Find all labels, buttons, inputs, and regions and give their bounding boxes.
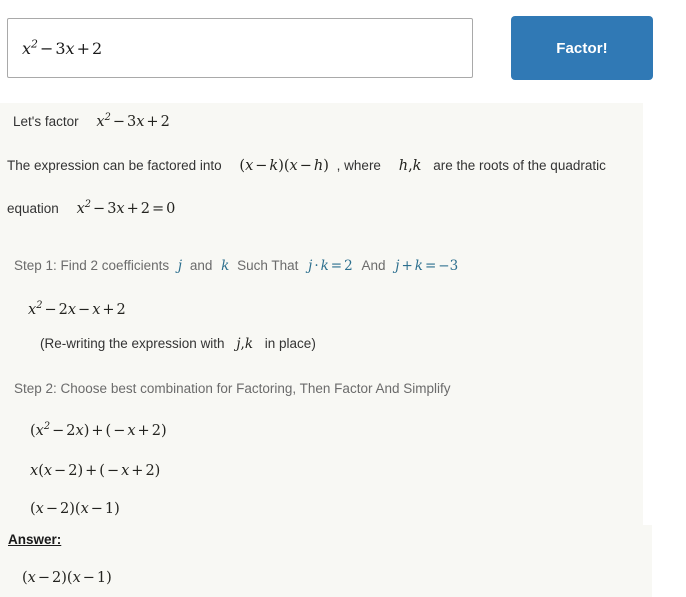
step2-math-1: (x2−2x) +(− x +2): [30, 421, 167, 439]
step1-label-c: Such That: [237, 258, 299, 273]
intro-lead-text: Let's factor: [13, 114, 79, 129]
step1-math: x2−2x − x +2: [28, 300, 126, 318]
intro-desc-part4: equation: [7, 201, 59, 216]
step1-note-line: (Re-writing the expression with j,k in p…: [40, 336, 316, 352]
intro-desc-line-2: equation x2−3x +2 = 0: [7, 199, 176, 217]
answer-label: Answer:: [8, 532, 62, 547]
step1-note-a: (Re-writing the expression with: [40, 336, 225, 351]
intro-desc-part2: , where: [336, 158, 381, 173]
step1-label-d: And: [361, 258, 386, 273]
step1-label-a: Step 1: Find 2 coefficients: [14, 258, 170, 273]
answer-math-line: (x −2)(x −1): [22, 570, 112, 586]
factor-button[interactable]: Factor!: [511, 16, 653, 80]
step2-label: Step 2: Choose best combination for Fact…: [14, 381, 451, 396]
step2-math-line-3: (x −2)(x −1): [30, 501, 120, 517]
intro-desc-part3: are the roots of the quadratic: [433, 158, 606, 173]
step1-condition-1: j · k = 2: [308, 258, 353, 274]
intro-desc-part1: The expression can be factored into: [7, 158, 222, 173]
step1-condition-2: j + k = −3: [395, 258, 459, 274]
step2-math-line-2: x(x −2) +(− x +2): [30, 463, 160, 479]
intro-desc-math1: (x − k)(x − h): [239, 158, 329, 174]
step2-heading: Step 2: Choose best combination for Fact…: [14, 381, 450, 397]
toolbar: x2−3x +2 Factor!: [0, 0, 686, 96]
step1-var-k: k: [221, 258, 230, 274]
answer-panel: [0, 525, 652, 597]
expression-input-value: x2−3x +2: [22, 37, 103, 58]
step1-note-math: j,k: [236, 336, 254, 352]
intro-lead-math: x2−3x +2: [96, 112, 170, 130]
intro-desc-math3: x2−3x +2 = 0: [76, 199, 176, 217]
step1-heading: Step 1: Find 2 coefficients j and k Such…: [14, 258, 458, 274]
step2-math-line-1: (x2−2x) +(− x +2): [30, 421, 167, 439]
step1-var-j: j: [177, 258, 183, 274]
intro-lead-line: Let's factor x2−3x +2: [13, 112, 170, 130]
answer-math: (x −2)(x −1): [22, 570, 112, 586]
step2-math-3: (x −2)(x −1): [30, 501, 120, 517]
step1-note-b: in place): [264, 336, 316, 351]
step1-label-b: and: [189, 258, 213, 273]
intro-desc-line-1: The expression can be factored into (x − k…: [7, 158, 606, 174]
intro-desc-math2: h,k: [398, 158, 422, 174]
step1-math-line: x2−2x − x +2: [28, 300, 126, 318]
expression-input[interactable]: x2−3x +2: [7, 18, 473, 78]
step2-math-2: x(x −2) +(− x +2): [30, 463, 161, 479]
